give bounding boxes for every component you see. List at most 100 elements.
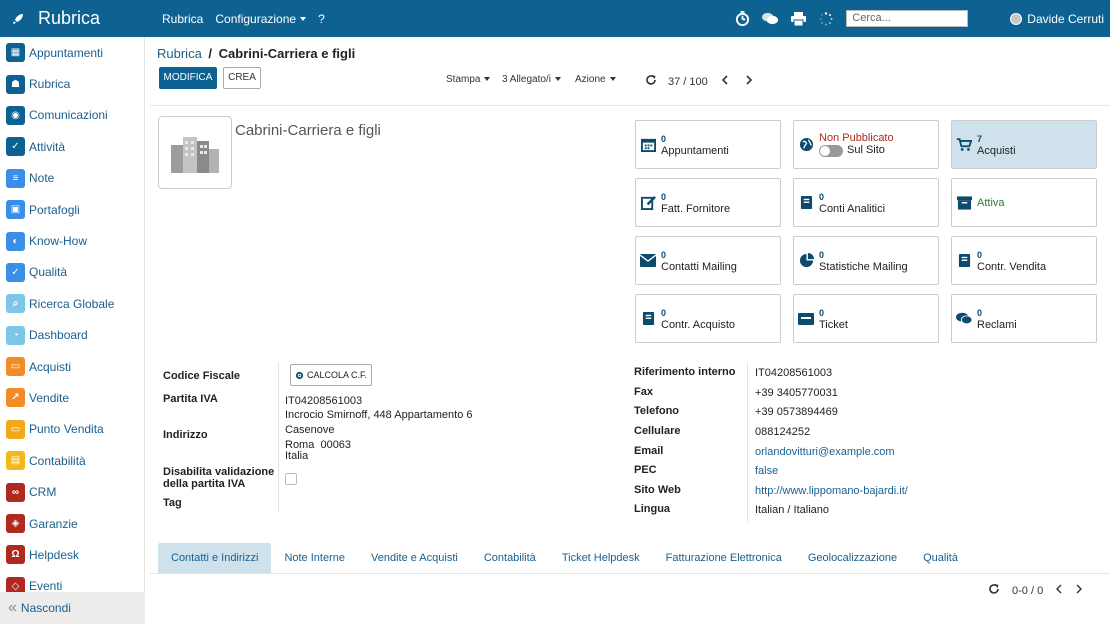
tab-fatturazione-elettronica[interactable]: Fatturazione Elettronica [653,543,795,573]
label-disabilita-2: della partita IVA [163,478,246,490]
smart-button-ticket[interactable]: 0 Ticket [793,294,939,343]
create-button[interactable]: CREA [223,67,261,89]
sidebar-item-portafogli[interactable]: ▣ Portafogli [0,194,144,225]
sidebar-hide-button[interactable]: «Nascondi [0,592,145,624]
attachments-dropdown[interactable]: 3 Allegato/i [502,74,561,85]
tab-note-interne[interactable]: Note Interne [271,543,358,573]
sidebar-item-dashboard[interactable]: ◔ Dashboard [0,320,144,351]
notebook-tabs: Contatti e Indirizzi Note Interne Vendite … [158,543,971,573]
menu-rubrica[interactable]: Rubrica [162,12,203,26]
check-icon: ✓ [6,137,25,157]
archive-icon [956,195,972,211]
lock-icon: ▣ [6,200,25,220]
smart-button-attiva[interactable]: Attiva [951,178,1097,227]
refresh-icon[interactable] [988,583,1000,598]
menu-configurazione[interactable]: Configurazione [215,11,307,26]
record-image[interactable] [158,116,232,189]
chevron-left-icon[interactable] [718,75,732,88]
chevron-right-icon[interactable] [742,75,756,88]
list-pager-value[interactable]: 0-0 / 0 [1012,585,1043,597]
tab-ticket-helpdesk[interactable]: Ticket Helpdesk [549,543,653,573]
smart-button-contr-acquisto[interactable]: 0 Contr. Acquisto [635,294,781,343]
tab-vendite-e-acquisti[interactable]: Vendite e Acquisti [358,543,471,573]
menu-configurazione-label: Configurazione [215,11,297,26]
print-icon[interactable] [790,11,806,27]
label-telefono: Telefono [634,405,680,417]
smart-button-label: Attiva [977,196,1005,209]
sidebar-item-label: Contabilità [29,453,86,468]
refresh-icon[interactable] [644,74,658,89]
menu-help[interactable]: ? [318,12,325,26]
sidebar-item-helpdesk[interactable]: Ω Helpdesk [0,539,144,570]
sidebar-item-garanzie[interactable]: ◈ Garanzie [0,508,144,539]
disabilita-validazione-checkbox[interactable] [285,473,297,485]
tab-qualit-[interactable]: Qualità [910,543,971,573]
smart-button-statistiche-mailing[interactable]: 0 Statistiche Mailing [793,236,939,285]
app-title: Rubrica [38,8,101,28]
cart-icon: ▭ [6,357,25,377]
sidebar-item-comunicazioni[interactable]: ◉ Comunicazioni [0,100,144,131]
smart-button-reclami[interactable]: 0 Reclami [951,294,1097,343]
label-pec: PEC [634,464,657,476]
smart-button-acquisti[interactable]: 7 Acquisti [951,120,1097,169]
sidebar-item-know-how[interactable]: ◐ Know-How [0,225,144,256]
smart-button-count: 0 [977,249,983,260]
tab-contatti-e-indirizzi[interactable]: Contatti e Indirizzi [158,543,272,573]
chat-icon[interactable] [762,11,779,27]
sidebar-item-contabilit-[interactable]: ▤ Contabilità [0,445,144,476]
sidebar-item-qualit-[interactable]: ✓ Qualità [0,257,144,288]
smart-button-label: Sul Sito [847,144,885,157]
note-icon: ≡ [6,168,25,188]
pos-icon: ▭ [6,419,25,439]
book-icon [798,195,814,211]
smart-button-appuntamenti[interactable]: 0 Appuntamenti [635,120,781,169]
sidebar-item-attivit-[interactable]: ✓ Attività [0,131,144,162]
label-tag: Tag [163,497,182,509]
breadcrumb-parent[interactable]: Rubrica [157,46,202,61]
search-input[interactable]: Cerca... [846,10,969,27]
smart-button-fatt-fornitore[interactable]: 0 Fatt. Fornitore [635,178,781,227]
chevron-right-icon[interactable] [1075,584,1083,597]
calcola-cf-button[interactable]: CALCOLA C.F. [290,364,372,386]
label-email: Email [634,445,664,457]
sidebar-item-vendite[interactable]: ↗ Vendite [0,382,144,413]
sidebar-item-appuntamenti[interactable]: ▦ Appuntamenti [0,37,144,68]
publish-toggle[interactable] [819,144,843,157]
sidebar-item-note[interactable]: ≡ Note [0,163,144,194]
timer-icon[interactable] [734,11,750,27]
sidebar-item-label: Note [29,171,55,186]
tab-contabilit-[interactable]: Contabilità [471,543,549,573]
sidebar-item-ricerca-globale[interactable]: ⌕ Ricerca Globale [0,288,144,319]
sidebar-item-label: Qualità [29,265,68,280]
sidebar-item-punto-vendita[interactable]: ▭ Punto Vendita [0,414,144,445]
divider [150,573,1110,574]
smart-button-contatti-mailing[interactable]: 0 Contatti Mailing [635,236,781,285]
quality-icon: ✓ [6,262,25,282]
calendar-icon [640,137,656,153]
gear-icon [295,371,304,379]
smart-button-sul-sito[interactable]: Non Pubblicato Sul Sito [793,120,939,169]
sidebar-item-acquisti[interactable]: ▭ Acquisti [0,351,144,382]
value-sito-web[interactable]: http://www.lippomano-bajardi.it/ [755,485,908,497]
brand[interactable]: Rubrica [0,8,150,29]
value-email[interactable]: orlandovitturi@example.com [755,446,895,458]
record-pager: 37 / 100 [644,74,756,89]
smart-button-conti-analitici[interactable]: 0 Conti Analitici [793,178,939,227]
chevron-left-icon[interactable] [1055,584,1063,597]
smart-button-count: 0 [819,307,825,318]
sidebar-item-crm[interactable]: ∞ CRM [0,476,144,507]
tab-geolocalizzazione[interactable]: Geolocalizzazione [795,543,910,573]
action-dropdown[interactable]: Azione [575,74,616,85]
breadcrumb: Rubrica / Cabrini-Carriera e figli [157,46,355,61]
sidebar-item-rubrica[interactable]: ☗ Rubrica [0,68,144,99]
smart-button-label: Contr. Acquisto [661,318,735,331]
edit-button[interactable]: MODIFICA [159,67,217,89]
globe-icon [798,137,814,153]
smart-button-contr-vendita[interactable]: 0 Contr. Vendita [951,236,1097,285]
print-dropdown[interactable]: Stampa [446,74,491,85]
pager-value[interactable]: 37 / 100 [668,76,708,88]
user-menu[interactable]: Davide Cerruti [1010,12,1104,26]
value-pec[interactable]: false [755,465,778,477]
smart-button-count: 0 [661,191,667,202]
sidebar-item-label: Ricerca Globale [29,296,115,311]
